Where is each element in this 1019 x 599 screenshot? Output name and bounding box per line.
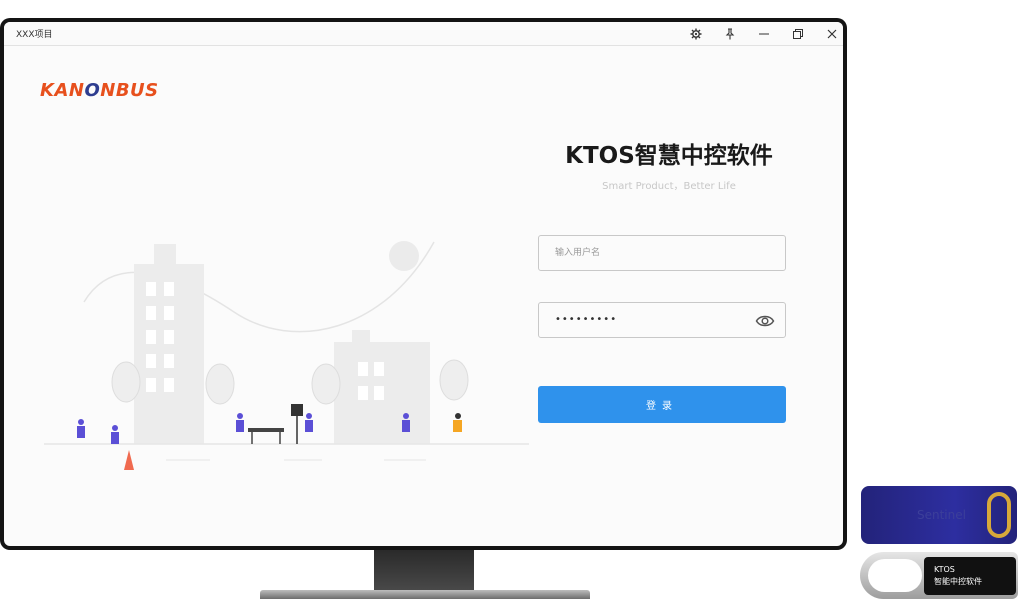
usb-key: KTOS 智能中控软件 xyxy=(860,552,1018,599)
app-title: KTOS智慧中控软件 xyxy=(565,143,773,169)
app-window: XXX项目 KANONBUS KTOS智慧中控软件 Smart Product，… xyxy=(4,22,843,546)
password-field[interactable]: ••••••••• xyxy=(538,302,786,338)
gear-icon[interactable] xyxy=(686,24,706,44)
slogan: Smart Product，Better Life xyxy=(602,181,736,192)
eye-icon[interactable] xyxy=(755,312,775,330)
dongle-ring xyxy=(987,492,1011,538)
usb-key-hole xyxy=(868,559,922,592)
city-illustration xyxy=(44,241,529,470)
restore-icon[interactable] xyxy=(788,24,808,44)
title-bar: XXX项目 xyxy=(4,22,843,46)
sentinel-dongle: Sentinel xyxy=(861,486,1017,544)
usb-key-label: KTOS 智能中控软件 xyxy=(924,557,1016,595)
monitor-stand-base xyxy=(260,590,590,599)
password-input[interactable]: ••••••••• xyxy=(555,314,617,325)
kanonbus-logo: KANONBUS xyxy=(40,80,159,101)
pin-icon[interactable] xyxy=(720,24,740,44)
login-button[interactable]: 登录 xyxy=(538,386,786,423)
dongle-brand: Sentinel xyxy=(917,508,966,522)
usb-label-line1: KTOS xyxy=(934,565,955,574)
username-field[interactable] xyxy=(538,235,786,271)
username-input[interactable] xyxy=(539,236,785,270)
close-icon[interactable] xyxy=(822,24,842,44)
window-title: XXX项目 xyxy=(16,30,53,40)
usb-label-line2: 智能中控软件 xyxy=(934,577,982,586)
minimize-icon[interactable] xyxy=(754,24,774,44)
monitor-stand-neck xyxy=(374,550,474,592)
